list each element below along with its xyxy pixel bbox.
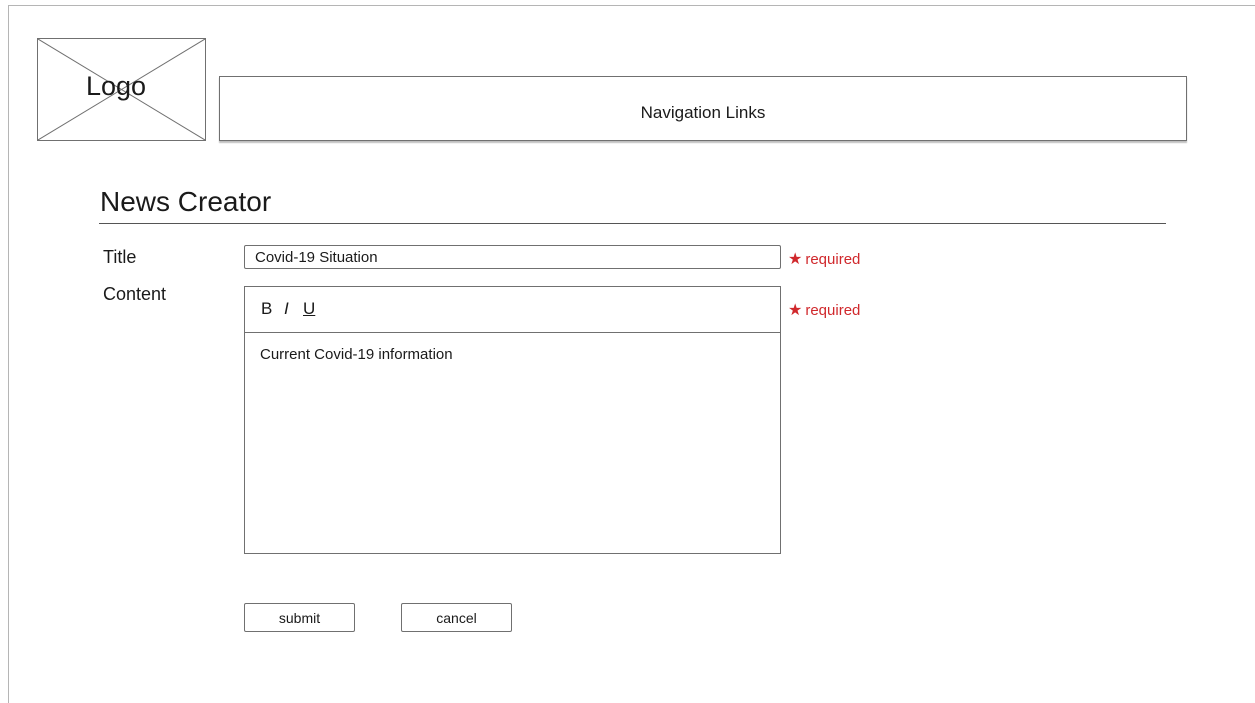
content-text-area[interactable]: Current Covid-19 information bbox=[260, 346, 765, 363]
editor-toolbar: B I U bbox=[245, 287, 780, 333]
bold-button[interactable]: B bbox=[261, 299, 272, 319]
navigation-bar[interactable]: Navigation Links bbox=[219, 76, 1187, 141]
italic-button[interactable]: I bbox=[284, 299, 289, 319]
content-required-indicator: ★ required bbox=[788, 300, 860, 320]
content-label: Content bbox=[103, 284, 167, 304]
logo[interactable]: Logo bbox=[37, 38, 206, 141]
title-required-indicator: ★ required bbox=[788, 249, 860, 269]
title-input[interactable] bbox=[244, 245, 781, 269]
navigation-links[interactable]: Navigation Links bbox=[220, 103, 1186, 123]
submit-button[interactable]: submit bbox=[244, 603, 355, 632]
page-title: News Creator bbox=[100, 186, 272, 217]
required-text: required bbox=[805, 302, 861, 319]
underline-button[interactable]: U bbox=[303, 299, 315, 319]
logo-text: Logo bbox=[86, 71, 147, 101]
title-divider bbox=[99, 223, 1166, 224]
cancel-button[interactable]: cancel bbox=[401, 603, 512, 632]
content-editor[interactable]: B I U Current Covid-19 information bbox=[244, 286, 781, 554]
required-text: required bbox=[805, 251, 861, 268]
title-label: Title bbox=[103, 247, 137, 267]
star-icon: ★ bbox=[788, 251, 803, 268]
star-icon: ★ bbox=[788, 302, 803, 319]
